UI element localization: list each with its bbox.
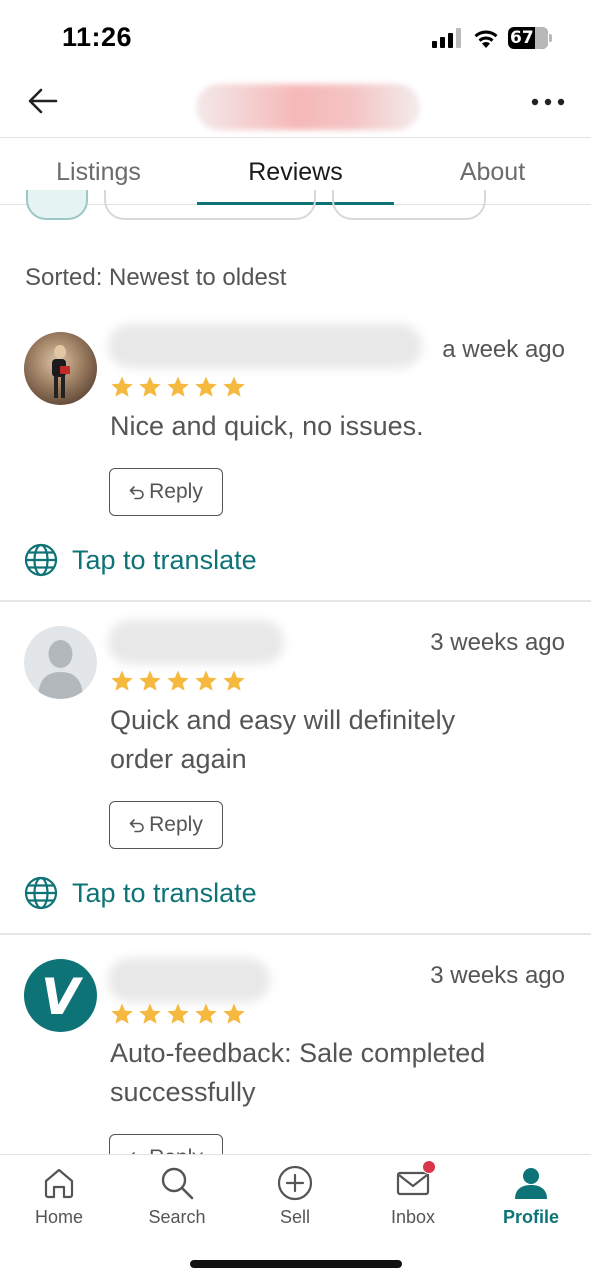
star-icon [167, 376, 189, 397]
avatar[interactable] [24, 332, 97, 405]
avatar[interactable]: V [24, 959, 97, 1032]
person-icon [515, 1168, 547, 1199]
wifi-icon [474, 30, 498, 48]
home-indicator [190, 1260, 402, 1268]
battery-level: 67 [510, 28, 534, 48]
reviewer-name-redacted [108, 958, 270, 1002]
reply-icon [129, 819, 144, 833]
star-icon [139, 376, 161, 397]
nav-sell-label: Sell [279, 1207, 310, 1227]
star-icon [111, 670, 133, 691]
nav-search-label: Search [148, 1207, 206, 1227]
star-icon [167, 1003, 189, 1024]
translate-label: Tap to translate [72, 877, 257, 908]
arrow-left-icon[interactable] [26, 84, 60, 118]
reply-label: Reply [149, 480, 203, 503]
plus-circle-icon [277, 1165, 313, 1201]
review-item: 3 weeks ago Quick and easy will definite… [0, 602, 591, 935]
home-icon [44, 1168, 74, 1199]
reply-icon [129, 486, 144, 500]
profile-username-redacted [196, 84, 420, 130]
reviewer-name-redacted [108, 324, 422, 368]
star-icon [195, 376, 217, 397]
globe-icon [24, 543, 58, 577]
cellular-signal-icon [432, 28, 461, 48]
star-icon [223, 670, 245, 691]
star-icon [195, 670, 217, 691]
review-text: Auto-feedback: Sale completed successful… [110, 1038, 486, 1107]
review-date: 3 weeks ago [430, 629, 565, 656]
nav-inbox-label: Inbox [390, 1207, 436, 1227]
review-text: Nice and quick, no issues. [110, 411, 424, 441]
star-icon [111, 1003, 133, 1024]
nav-profile[interactable]: Profile [472, 1155, 590, 1245]
star-icon [223, 1003, 245, 1024]
nav-sell[interactable]: Sell [236, 1155, 354, 1245]
reply-label: Reply [149, 813, 203, 836]
more-horizontal-icon[interactable] [530, 96, 566, 108]
translate-link[interactable]: Tap to translate [24, 873, 257, 913]
status-bar: 11:26 67 [0, 0, 591, 70]
star-icon [167, 670, 189, 691]
star-icon [111, 376, 133, 397]
star-icon [139, 1003, 161, 1024]
star-icon [139, 670, 161, 691]
search-icon [161, 1167, 194, 1200]
nav-home-label: Home [34, 1207, 83, 1227]
vinted-logo-letter: V [41, 968, 83, 1026]
reply-button[interactable]: Reply [109, 468, 223, 516]
nav-search[interactable]: Search [118, 1155, 236, 1245]
star-icon [223, 376, 245, 397]
review-item: V 3 weeks ago Auto-feedback: Sale comple… [0, 935, 591, 1155]
filter-chip[interactable] [104, 190, 316, 220]
star-rating [110, 375, 246, 401]
review-item: a week ago Nice and quick, no issues. Re… [0, 318, 591, 602]
star-rating [110, 669, 246, 695]
filter-chip[interactable] [26, 190, 88, 220]
reply-button[interactable]: Reply [109, 801, 223, 849]
review-date: a week ago [442, 336, 565, 363]
reply-button[interactable]: Reply [109, 1134, 223, 1155]
nav-profile-label: Profile [502, 1207, 559, 1227]
review-date: 3 weeks ago [430, 962, 565, 989]
battery-icon: 67 [508, 27, 552, 49]
nav-inbox[interactable]: Inbox [354, 1155, 472, 1245]
avatar[interactable] [24, 626, 97, 699]
star-icon [195, 1003, 217, 1024]
reviewer-name-redacted [108, 620, 284, 664]
globe-icon [24, 876, 58, 910]
translate-label: Tap to translate [72, 544, 257, 575]
top-header [0, 70, 591, 138]
star-rating [110, 1002, 246, 1028]
translate-link[interactable]: Tap to translate [24, 540, 257, 580]
sort-label: Sorted: Newest to oldest [25, 264, 287, 291]
status-time: 11:26 [62, 22, 133, 52]
filter-chip[interactable] [332, 190, 486, 220]
review-text: Quick and easy will definitely order aga… [110, 705, 456, 774]
notification-badge [422, 1160, 436, 1174]
nav-home[interactable]: Home [0, 1155, 118, 1245]
